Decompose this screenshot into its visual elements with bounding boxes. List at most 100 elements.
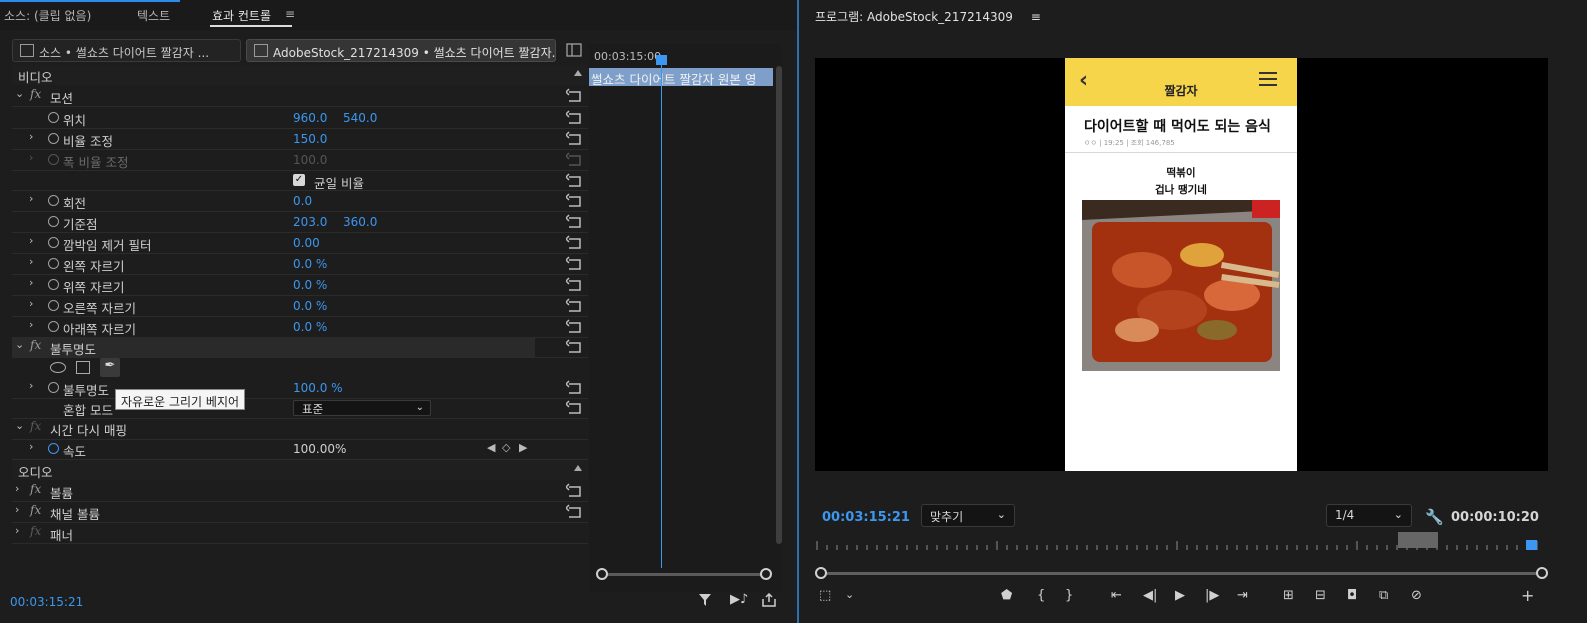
timeline-zoom-bar[interactable] (596, 568, 772, 580)
add-marker-icon[interactable]: ⬟ (1001, 588, 1012, 603)
sequence-clip-button[interactable]: AdobeStock_217214309 • 썰쇼츠 다이어트 짤감자... (246, 39, 556, 62)
vertical-scrollbar[interactable] (776, 66, 782, 544)
expand-chevron-icon[interactable]: › (29, 234, 33, 247)
expand-chevron-icon[interactable]: › (29, 297, 33, 310)
reset-icon[interactable] (566, 88, 583, 103)
position-x-value[interactable]: 960.0 (293, 111, 327, 125)
expand-chevron-icon[interactable]: › (15, 524, 19, 537)
insert-icon[interactable]: ⊞ (1283, 588, 1294, 603)
fit-dropdown[interactable]: 맞추기 ⌄ (921, 504, 1015, 527)
scale-value[interactable]: 150.0 (293, 132, 327, 146)
toggle-timeline-icon[interactable] (566, 43, 582, 57)
program-zoom-right-handle[interactable] (1536, 567, 1548, 579)
reset-icon[interactable] (566, 380, 583, 395)
crop-bottom-value[interactable]: 0.0 % (293, 320, 327, 334)
volume-row[interactable]: › fx 볼륨 (12, 481, 588, 502)
comparison-view-icon[interactable]: ⧉ (1379, 588, 1388, 603)
program-monitor-title[interactable]: 프로그램: AdobeStock_217214309 ≡ (815, 8, 1041, 25)
reset-icon[interactable] (566, 256, 583, 271)
stopwatch-icon[interactable] (48, 443, 59, 454)
reset-icon[interactable] (566, 277, 583, 292)
program-time-ruler[interactable] (815, 532, 1548, 552)
reset-icon[interactable] (566, 173, 583, 188)
panel-divider[interactable] (797, 0, 799, 623)
tab-effect-controls[interactable]: 효과 컨트롤 (212, 7, 271, 24)
reset-icon[interactable] (566, 131, 583, 146)
blend-mode-dropdown[interactable]: 표준 ⌄ (293, 400, 431, 416)
playhead-timecode[interactable]: 00:03:15:21 (822, 510, 910, 525)
fx-icon[interactable]: fx (30, 503, 41, 517)
proxy-toggle-icon[interactable]: ⊘ (1411, 588, 1422, 603)
stopwatch-icon[interactable] (48, 258, 59, 269)
fx-icon[interactable]: fx (30, 338, 41, 352)
reset-icon[interactable] (566, 339, 583, 354)
collapse-audio-icon[interactable] (574, 465, 582, 471)
fx-icon[interactable]: fx (30, 482, 41, 496)
anchor-y-value[interactable]: 360.0 (343, 215, 377, 229)
add-button-icon[interactable]: + (1521, 586, 1534, 605)
stopwatch-icon[interactable] (48, 133, 59, 144)
go-to-in-icon[interactable]: ⇤ (1111, 588, 1122, 603)
go-to-out-icon[interactable]: ⇥ (1237, 588, 1248, 603)
current-timecode[interactable]: 00:03:15:21 (10, 595, 83, 609)
expand-chevron-icon[interactable]: › (29, 276, 33, 289)
tab-source[interactable]: 소스: (클립 없음) (4, 7, 91, 24)
effect-timeline[interactable]: 00:03:15:00 썰쇼츠 다이어트 짤감자 원본 영 (589, 44, 782, 592)
speed-value[interactable]: 100.00% (293, 442, 346, 456)
uniform-scale-checkbox[interactable]: ✓ (293, 174, 305, 186)
time-remap-row[interactable]: ⌄ fx 시간 다시 매핑 (12, 418, 588, 439)
zoom-left-handle[interactable] (596, 568, 608, 580)
stopwatch-icon[interactable] (48, 237, 59, 248)
ellipse-mask-icon[interactable] (50, 362, 66, 373)
collapse-chevron-icon[interactable]: ⌄ (15, 419, 24, 432)
stopwatch-icon[interactable] (48, 382, 59, 393)
panel-menu-icon[interactable]: ≡ (285, 7, 295, 21)
crop-top-value[interactable]: 0.0 % (293, 278, 327, 292)
add-keyframe-icon[interactable]: ◇ (502, 441, 510, 454)
reset-icon[interactable] (566, 110, 583, 125)
expand-chevron-icon[interactable]: › (29, 130, 33, 143)
filter-icon[interactable] (698, 593, 712, 607)
expand-chevron-icon[interactable]: › (15, 503, 19, 516)
expand-chevron-icon[interactable]: › (29, 440, 33, 453)
collapse-chevron-icon[interactable]: ⌄ (15, 338, 24, 351)
stopwatch-icon[interactable] (48, 321, 59, 332)
mark-out-icon[interactable]: } (1065, 588, 1073, 603)
panel-menu-icon[interactable]: ≡ (1031, 10, 1041, 24)
motion-effect-row[interactable]: ⌄ fx 모션 (12, 86, 588, 107)
resolution-dropdown[interactable]: 1/4 ⌄ (1326, 504, 1412, 527)
expand-chevron-icon[interactable]: › (15, 482, 19, 495)
safe-margins-icon[interactable]: ⬚ (819, 588, 831, 603)
next-keyframe-icon[interactable]: ▶ (519, 441, 527, 454)
export-icon[interactable] (762, 593, 776, 607)
rectangle-mask-icon[interactable] (76, 361, 90, 374)
step-back-icon[interactable]: ◀| (1143, 588, 1157, 603)
camera-icon[interactable]: ◘ (1347, 588, 1357, 603)
reset-icon[interactable] (566, 298, 583, 313)
overwrite-icon[interactable]: ⊟ (1315, 588, 1326, 603)
stopwatch-icon[interactable] (48, 112, 59, 123)
rotation-value[interactable]: 0.0 (293, 194, 312, 208)
stopwatch-icon[interactable] (48, 279, 59, 290)
stopwatch-icon[interactable] (48, 195, 59, 206)
anchor-x-value[interactable]: 203.0 (293, 215, 327, 229)
in-out-range[interactable] (1398, 532, 1438, 548)
reset-icon[interactable] (566, 504, 583, 519)
stopwatch-icon[interactable] (48, 216, 59, 227)
program-zoom-left-handle[interactable] (815, 567, 827, 579)
collapse-chevron-icon[interactable]: ⌄ (15, 87, 24, 100)
expand-chevron-icon[interactable]: › (29, 379, 33, 392)
mark-in-icon[interactable]: { (1037, 588, 1045, 603)
collapse-video-icon[interactable] (574, 70, 582, 76)
program-playhead-handle[interactable] (1526, 540, 1537, 550)
wrench-settings-icon[interactable]: 🔧 (1425, 508, 1444, 526)
panner-row[interactable]: › fx 패너 (12, 523, 588, 544)
reset-icon[interactable] (566, 319, 583, 334)
program-zoom-bar[interactable] (815, 566, 1548, 580)
expand-chevron-icon[interactable]: › (29, 318, 33, 331)
flicker-value[interactable]: 0.00 (293, 236, 320, 250)
reset-icon[interactable] (566, 235, 583, 250)
reset-icon[interactable] (566, 400, 583, 415)
opacity-value[interactable]: 100.0 % (293, 381, 343, 395)
video-preview[interactable]: ‹ 짤감자 다이어트할 때 먹어도 되는 음식 ㅇㅇ | 19:25 | 조회 … (815, 58, 1548, 471)
